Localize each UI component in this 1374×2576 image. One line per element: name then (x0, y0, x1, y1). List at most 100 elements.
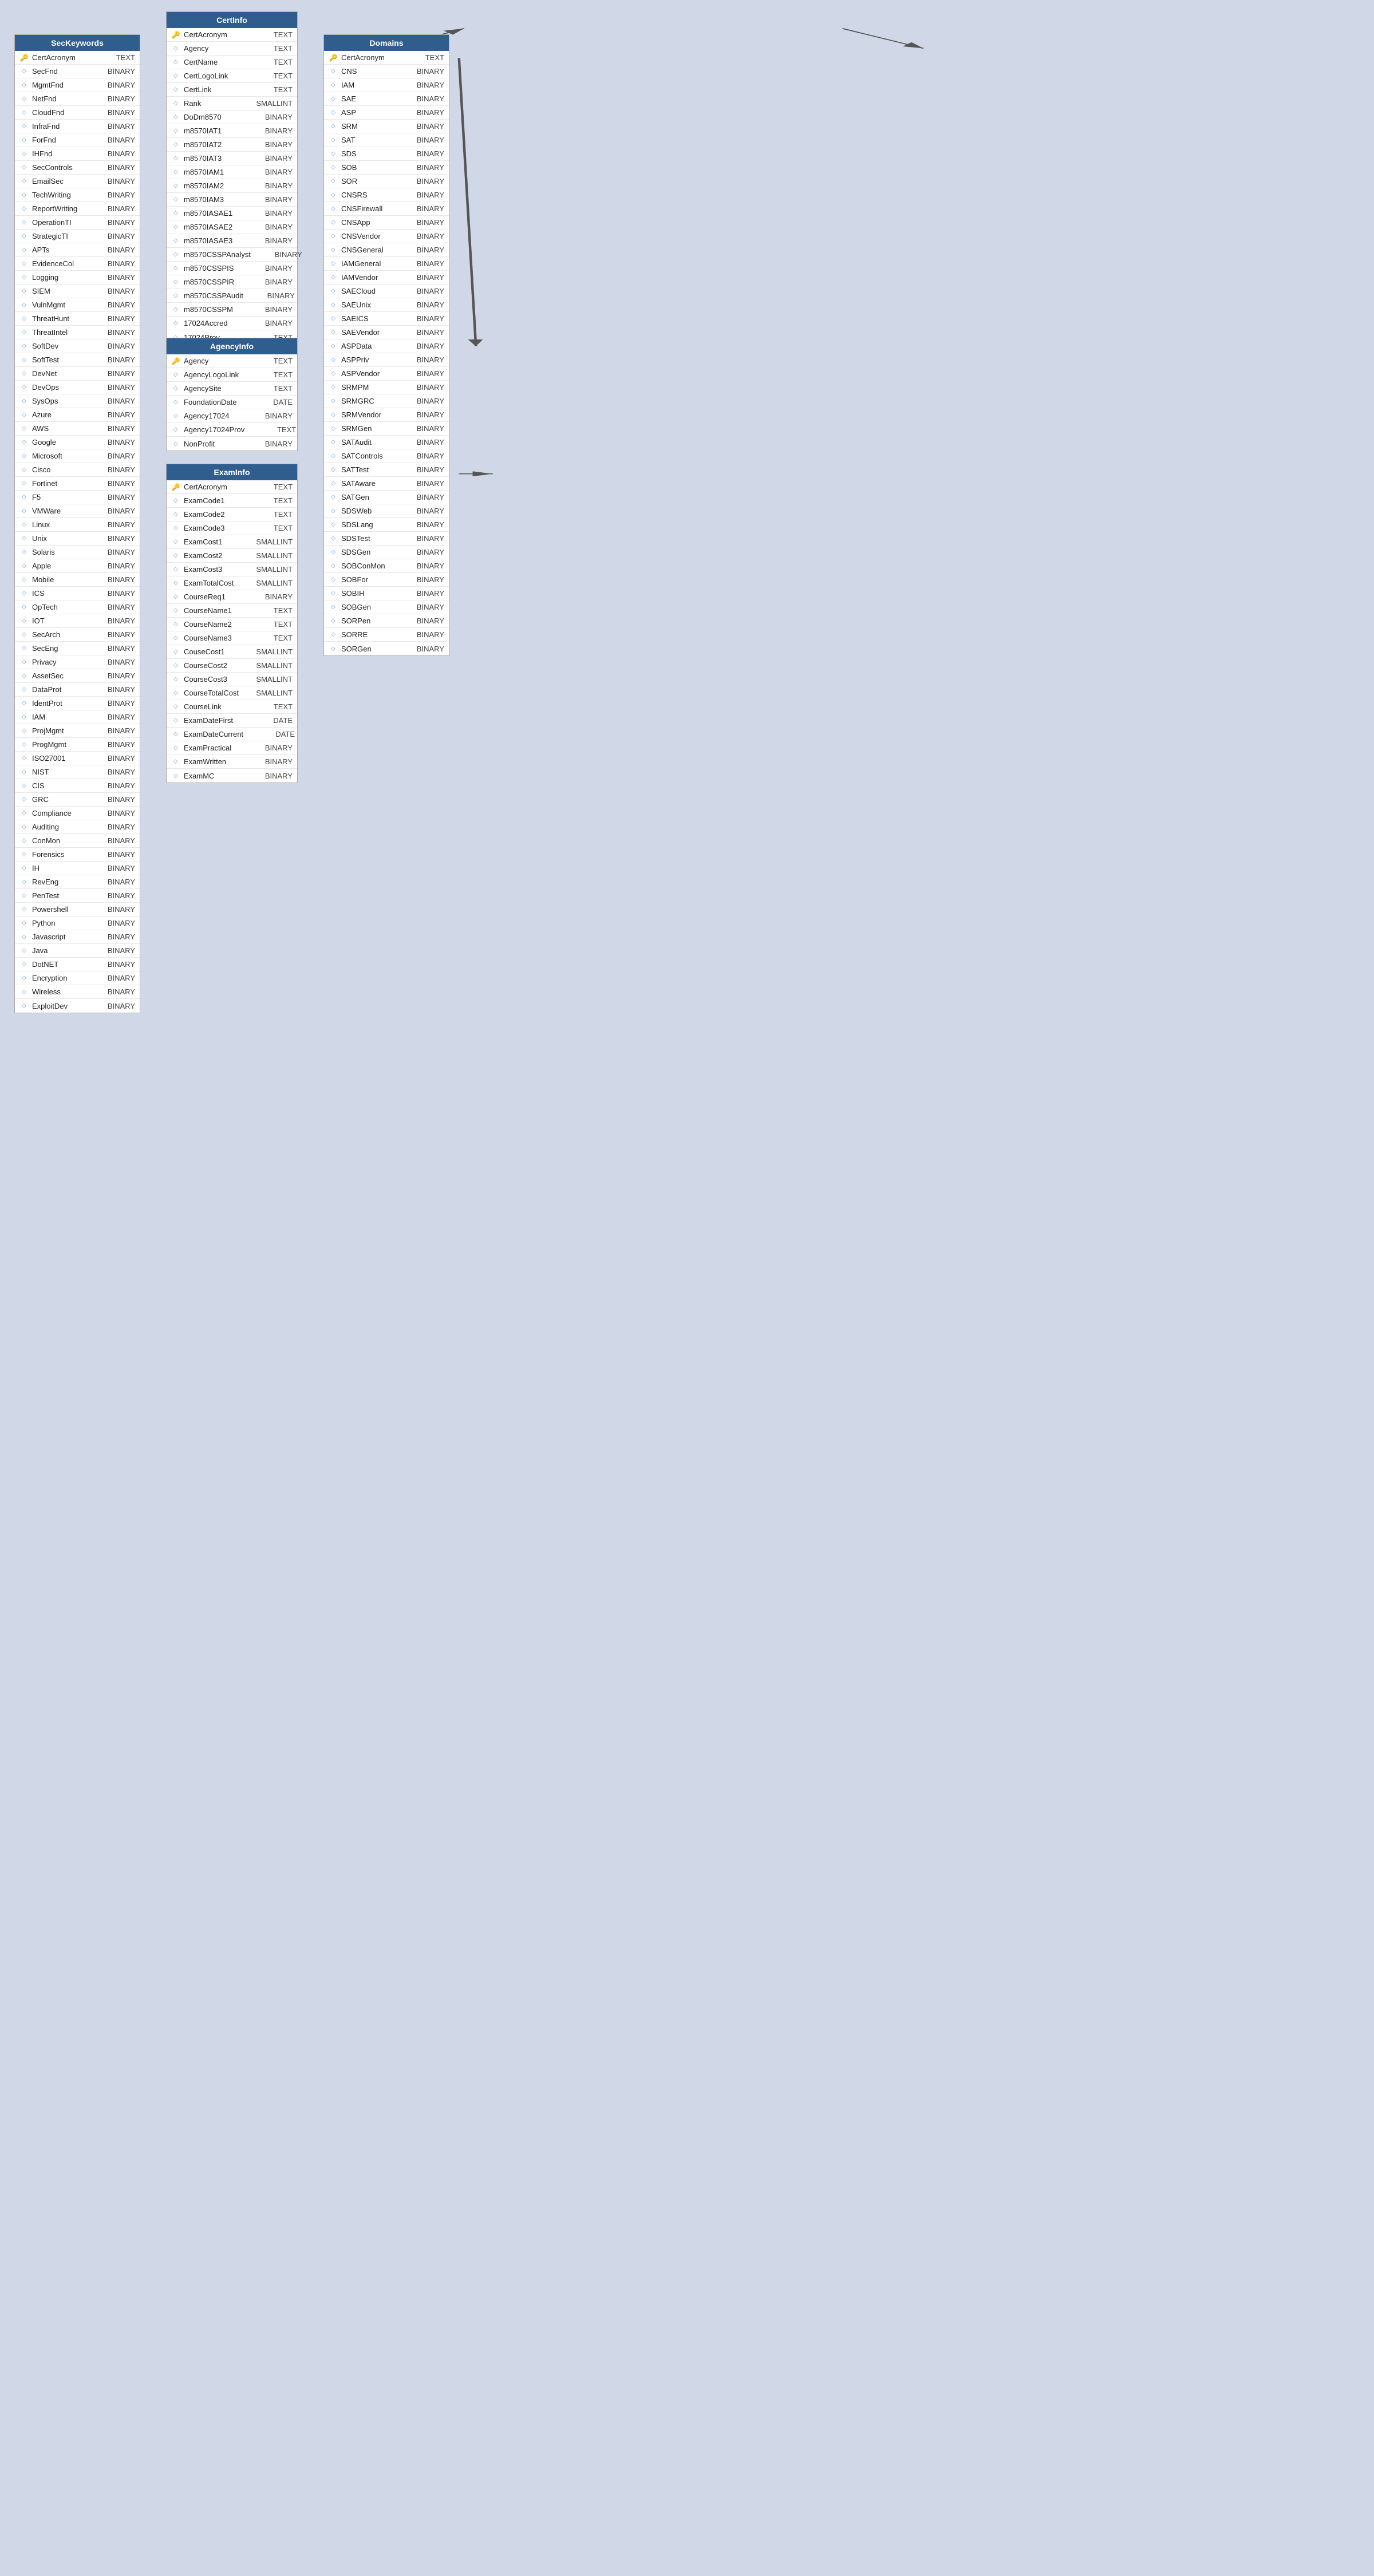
diamond-icon: ◇ (329, 604, 338, 610)
diamond-icon: ◇ (19, 934, 29, 940)
table-row: ◇NonProfitBINARY (167, 437, 297, 451)
table-row: ◇AgencyLogoLinkTEXT (167, 368, 297, 382)
field-name-label: ASPData (341, 342, 393, 350)
diamond-icon: ◇ (19, 315, 29, 322)
table-row: ◇ExamCode3TEXT (167, 521, 297, 535)
field-name-label: InfraFnd (32, 122, 84, 131)
table-row: ◇m8570CSSPIRBINARY (167, 275, 297, 289)
field-type-label: BINARY (252, 140, 293, 149)
field-name-label: ICS (32, 589, 84, 598)
field-name-label: Unix (32, 534, 84, 543)
diamond-icon: ◇ (329, 206, 338, 212)
diamond-icon: ◇ (19, 343, 29, 349)
table-row: ◇IHFndBINARY (15, 147, 140, 161)
field-name-label: Logging (32, 273, 84, 282)
table-row: ◇WirelessBINARY (15, 985, 140, 999)
field-type-label: BINARY (95, 218, 135, 227)
field-name-label: DotNET (32, 960, 84, 969)
field-type-label: BINARY (95, 644, 135, 653)
field-name-label: ISO27001 (32, 754, 84, 762)
field-type-label: BINARY (95, 562, 135, 570)
table-row: ◇VMWareBINARY (15, 504, 140, 518)
field-name-label: SAECloud (341, 287, 393, 295)
table-row: ◇LinuxBINARY (15, 518, 140, 532)
field-name-label: OpTech (32, 603, 84, 611)
field-type-label: BINARY (95, 452, 135, 460)
diamond-icon: ◇ (171, 621, 180, 627)
table-row: ◇ThreatHuntBINARY (15, 312, 140, 326)
field-type-label: BINARY (95, 67, 135, 76)
field-name-label: CNSFirewall (341, 204, 393, 213)
field-name-label: Cisco (32, 465, 84, 474)
field-type-label: BINARY (95, 479, 135, 488)
diamond-icon: ◇ (19, 783, 29, 789)
field-type-label: BINARY (404, 314, 444, 323)
field-name-label: SecFnd (32, 67, 84, 76)
field-name-label: TechWriting (32, 191, 84, 199)
field-name-label: AWS (32, 424, 84, 433)
diamond-icon: ◇ (19, 865, 29, 871)
field-name-label: IAM (341, 81, 393, 89)
table-row: ◇CertNameTEXT (167, 56, 297, 69)
diamond-icon: ◇ (19, 164, 29, 171)
field-name-label: OperationTI (32, 218, 84, 227)
diamond-icon: ◇ (19, 686, 29, 693)
table-row: ◇CouseCost1SMALLINT (167, 645, 297, 659)
table-row: ◇SORBINARY (324, 175, 449, 188)
table-row: ◇SRMGRCBINARY (324, 394, 449, 408)
field-name-label: NonProfit (184, 440, 241, 448)
field-type-label: BINARY (404, 273, 444, 282)
table-row: ◇FoundationDateDATE (167, 396, 297, 409)
table-row: ◇m8570IASAE3BINARY (167, 234, 297, 248)
field-type-label: BINARY (95, 424, 135, 433)
field-name-label: SIEM (32, 287, 84, 295)
field-name-label: EmailSec (32, 177, 84, 185)
field-name-label: CloudFnd (32, 108, 84, 117)
diamond-icon: ◇ (171, 183, 180, 189)
field-name-label: ThreatIntel (32, 328, 84, 337)
table-row: ◇m8570IAT3BINARY (167, 152, 297, 165)
field-type-label: BINARY (95, 301, 135, 309)
diamond-icon: ◇ (171, 320, 180, 326)
table-row: ◇SATGenBINARY (324, 491, 449, 504)
diamond-icon: ◇ (171, 238, 180, 244)
field-name-label: Wireless (32, 987, 84, 996)
table-row: ◇CourseLinkTEXT (167, 700, 297, 714)
table-row: ◇PythonBINARY (15, 916, 140, 930)
field-name-label: ThreatHunt (32, 314, 84, 323)
field-type-label: BINARY (252, 412, 293, 420)
table-row: ◇AppleBINARY (15, 559, 140, 573)
field-name-label: SRMPM (341, 383, 393, 392)
secKeywords-table: SecKeywords 🔑CertAcronymTEXT◇SecFndBINAR… (14, 34, 140, 1013)
field-type-label: BINARY (252, 305, 293, 314)
table-row: ◇EvidenceColBINARY (15, 257, 140, 271)
diamond-icon: ◇ (171, 141, 180, 148)
field-type-label: TEXT (95, 53, 135, 62)
examInfo-body: 🔑CertAcronymTEXT◇ExamCode1TEXT◇ExamCode2… (167, 480, 297, 783)
field-name-label: ExamDateCurrent (184, 730, 243, 738)
field-name-label: SecControls (32, 163, 84, 172)
diamond-icon: ◇ (19, 480, 29, 487)
field-type-label: BINARY (404, 246, 444, 254)
table-row: ◇ExamMCBINARY (167, 769, 297, 783)
field-name-label: CertAcronym (184, 30, 241, 39)
diamond-icon: ◇ (171, 399, 180, 405)
field-name-label: Javascript (32, 933, 84, 941)
field-type-label: BINARY (95, 768, 135, 776)
field-name-label: SATTest (341, 465, 393, 474)
diamond-icon: ◇ (19, 563, 29, 569)
field-name-label: CourseCost3 (184, 675, 241, 683)
diamond-icon: ◇ (329, 618, 338, 624)
diamond-icon: ◇ (171, 649, 180, 655)
table-row: ◇SAECloudBINARY (324, 285, 449, 298)
field-name-label: StrategicTI (32, 232, 84, 240)
field-name-label: CourseTotalCost (184, 689, 241, 697)
field-type-label: BINARY (404, 397, 444, 405)
diamond-icon: ◇ (171, 210, 180, 216)
table-row: ◇DotNETBINARY (15, 958, 140, 971)
field-name-label: m8570CSSPAudit (184, 291, 243, 300)
field-name-label: SORRE (341, 630, 393, 639)
field-name-label: EvidenceCol (32, 259, 84, 268)
table-row: ◇ISO27001BINARY (15, 752, 140, 765)
diamond-icon: ◇ (171, 525, 180, 531)
